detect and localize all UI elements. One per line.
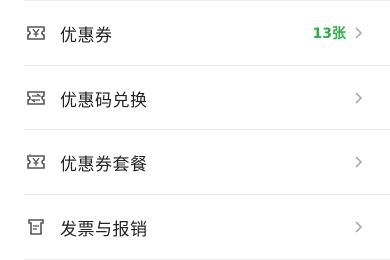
chevron-right-icon bbox=[355, 221, 363, 233]
coupon-ticket-icon bbox=[26, 25, 46, 41]
invoice-receipt-icon bbox=[26, 219, 46, 235]
menu-item-label: 发票与报销 bbox=[60, 219, 148, 240]
chevron-right-icon bbox=[355, 92, 363, 104]
menu-item-coupon-bundle[interactable]: 优惠券套餐 bbox=[0, 130, 390, 194]
coupon-count-badge: 13张 bbox=[312, 26, 346, 42]
chevron-right-icon bbox=[355, 27, 363, 39]
account-menu-list: 优惠券 13张 优惠码兑换 优惠券套餐 发票与报销 bbox=[0, 0, 390, 260]
menu-item-label: 优惠券 bbox=[60, 25, 113, 46]
chevron-right-icon bbox=[355, 156, 363, 168]
menu-item-label: 优惠码兑换 bbox=[60, 90, 148, 111]
menu-item-coupons[interactable]: 优惠券 13张 bbox=[0, 1, 390, 65]
menu-item-label: 优惠券套餐 bbox=[60, 154, 148, 175]
coupon-bundle-icon bbox=[26, 154, 46, 170]
menu-item-invoice-reimbursement[interactable]: 发票与报销 bbox=[0, 195, 390, 259]
coupon-redeem-icon bbox=[26, 90, 46, 106]
menu-item-coupon-code-redeem[interactable]: 优惠码兑换 bbox=[0, 66, 390, 130]
